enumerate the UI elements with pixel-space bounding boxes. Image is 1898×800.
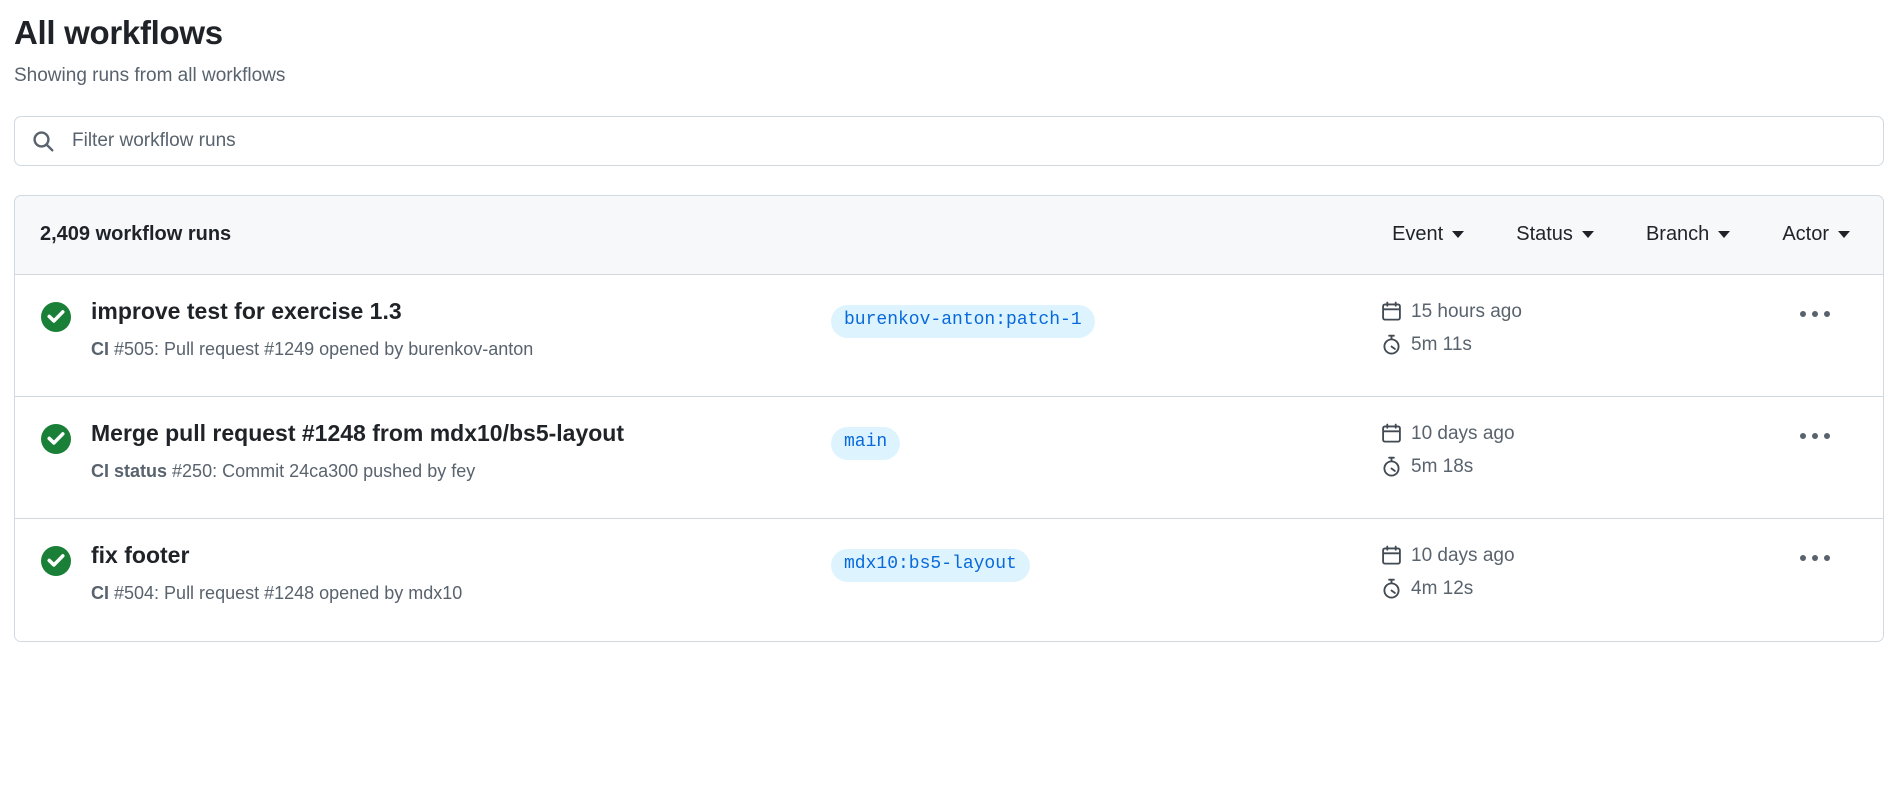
workflow-name: CI: [91, 583, 109, 603]
runs-panel-header: 2,409 workflow runs Event Status Branch …: [15, 196, 1883, 275]
run-time: 15 hours ago: [1381, 301, 1767, 323]
run-actions: [1767, 541, 1863, 567]
filter-status-button[interactable]: Status: [1516, 223, 1594, 246]
run-subtitle: CI #504: Pull request #1248 opened by md…: [91, 582, 831, 605]
workflow-name: CI: [91, 339, 109, 359]
runs-count: 2,409 workflow runs: [40, 223, 231, 246]
branch-badge[interactable]: burenkov-anton:patch-1: [831, 305, 1095, 338]
run-subtitle: CI #505: Pull request #1249 opened by bu…: [91, 338, 831, 361]
stopwatch-icon: [1381, 456, 1402, 477]
kebab-horizontal-icon[interactable]: [1792, 305, 1838, 323]
kebab-dot: [1812, 555, 1818, 561]
run-duration-label: 5m 11s: [1411, 334, 1472, 356]
run-title[interactable]: improve test for exercise 1.3: [91, 297, 831, 326]
table-row[interactable]: Merge pull request #1248 from mdx10/bs5-…: [15, 397, 1883, 519]
filter-group: Event Status Branch Actor: [1392, 223, 1858, 246]
check-circle-fill-icon: [41, 302, 71, 337]
calendar-icon: [1381, 301, 1402, 322]
run-duration: 4m 12s: [1381, 578, 1767, 600]
workflow-name: CI status: [91, 461, 167, 481]
filter-event-label: Event: [1392, 223, 1443, 246]
search-input[interactable]: [72, 130, 1867, 152]
stopwatch-icon: [1381, 578, 1402, 599]
filter-event-button[interactable]: Event: [1392, 223, 1464, 246]
run-main: improve test for exercise 1.3 CI #505: P…: [91, 297, 831, 361]
workflow-runs-panel: 2,409 workflow runs Event Status Branch …: [14, 195, 1884, 642]
run-meta: 10 days ago 5m 18s: [1371, 419, 1767, 478]
kebab-dot: [1800, 433, 1806, 439]
calendar-icon: [1381, 423, 1402, 444]
run-duration-label: 4m 12s: [1411, 578, 1473, 600]
search-icon: [31, 129, 55, 153]
filter-status-label: Status: [1516, 223, 1573, 246]
kebab-dot: [1800, 311, 1806, 317]
run-title[interactable]: Merge pull request #1248 from mdx10/bs5-…: [91, 419, 831, 448]
run-branch: burenkov-anton:patch-1: [831, 297, 1371, 338]
filter-actor-button[interactable]: Actor: [1782, 223, 1850, 246]
run-meta: 10 days ago 4m 12s: [1371, 541, 1767, 600]
workflow-runs-page: All workflows Showing runs from all work…: [0, 0, 1898, 800]
check-circle-fill-icon: [41, 424, 71, 459]
run-duration-label: 5m 18s: [1411, 456, 1473, 478]
check-circle-fill-icon: [41, 546, 71, 581]
search-box[interactable]: [14, 116, 1884, 166]
chevron-down-icon: [1452, 231, 1464, 238]
run-duration: 5m 11s: [1381, 334, 1767, 356]
kebab-dot: [1800, 555, 1806, 561]
table-row[interactable]: fix footer CI #504: Pull request #1248 o…: [15, 519, 1883, 641]
kebab-horizontal-icon[interactable]: [1792, 427, 1838, 445]
run-subtitle-rest: #504: Pull request #1248 opened by mdx10: [109, 583, 462, 603]
calendar-icon: [1381, 545, 1402, 566]
run-main: fix footer CI #504: Pull request #1248 o…: [91, 541, 831, 605]
run-time-label: 10 days ago: [1411, 545, 1515, 567]
chevron-down-icon: [1582, 231, 1594, 238]
filter-actor-label: Actor: [1782, 223, 1829, 246]
kebab-dot: [1812, 433, 1818, 439]
kebab-dot: [1824, 311, 1830, 317]
kebab-dot: [1824, 433, 1830, 439]
kebab-dot: [1812, 311, 1818, 317]
run-time: 10 days ago: [1381, 423, 1767, 445]
run-branch: mdx10:bs5-layout: [831, 541, 1371, 582]
run-subtitle: CI status #250: Commit 24ca300 pushed by…: [91, 460, 831, 483]
run-subtitle-rest: #505: Pull request #1249 opened by buren…: [109, 339, 533, 359]
branch-badge[interactable]: mdx10:bs5-layout: [831, 549, 1030, 582]
branch-badge[interactable]: main: [831, 427, 900, 460]
run-time-label: 15 hours ago: [1411, 301, 1522, 323]
run-meta: 15 hours ago 5m 11s: [1371, 297, 1767, 356]
run-time-label: 10 days ago: [1411, 423, 1515, 445]
chevron-down-icon: [1838, 231, 1850, 238]
page-subtitle: Showing runs from all workflows: [14, 64, 1884, 89]
run-branch: main: [831, 419, 1371, 460]
run-main: Merge pull request #1248 from mdx10/bs5-…: [91, 419, 831, 483]
chevron-down-icon: [1718, 231, 1730, 238]
filter-branch-label: Branch: [1646, 223, 1709, 246]
run-actions: [1767, 419, 1863, 445]
run-time: 10 days ago: [1381, 545, 1767, 567]
kebab-horizontal-icon[interactable]: [1792, 549, 1838, 567]
table-row[interactable]: improve test for exercise 1.3 CI #505: P…: [15, 275, 1883, 397]
kebab-dot: [1824, 555, 1830, 561]
filter-branch-button[interactable]: Branch: [1646, 223, 1730, 246]
run-duration: 5m 18s: [1381, 456, 1767, 478]
page-title: All workflows: [14, 0, 1884, 53]
stopwatch-icon: [1381, 334, 1402, 355]
run-title[interactable]: fix footer: [91, 541, 831, 570]
run-subtitle-rest: #250: Commit 24ca300 pushed by fey: [167, 461, 475, 481]
run-actions: [1767, 297, 1863, 323]
